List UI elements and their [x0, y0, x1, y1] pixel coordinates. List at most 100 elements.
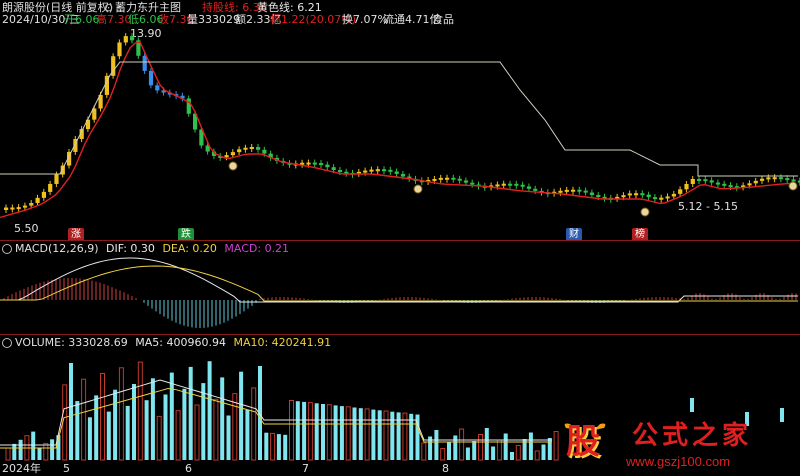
volume-bar [169, 372, 174, 460]
candle-body [652, 197, 658, 200]
volume-bar [270, 432, 276, 461]
volume-bar [478, 434, 483, 461]
volume-bar [447, 442, 451, 460]
candle-body [634, 193, 639, 196]
volume-bar [118, 367, 124, 461]
candle-body [48, 183, 53, 192]
candle-body [382, 169, 387, 172]
volume-bar [194, 404, 200, 461]
candle-body [148, 70, 154, 86]
site-watermark: 股 公式之家 www.gszj100.com [560, 420, 790, 472]
candle-body [243, 147, 248, 150]
volume-bar [553, 431, 559, 461]
candle-body [256, 147, 261, 150]
candle-body [659, 197, 664, 200]
candle-body [237, 149, 242, 153]
watermark-url: www.gszj100.com [626, 454, 731, 469]
volume-bar [213, 398, 219, 461]
volume-bar [276, 434, 281, 460]
coin-marker-icon [788, 181, 798, 191]
volume-bar [31, 431, 36, 460]
volume-ma10-line [0, 388, 552, 449]
volume-bar [541, 444, 546, 460]
coin-marker-icon [228, 161, 238, 171]
volume-bar [534, 450, 540, 461]
volume-bar [496, 439, 502, 461]
volume-bar [144, 400, 149, 460]
candle-body [457, 178, 462, 181]
candle-body [16, 207, 21, 210]
volume-bar [289, 400, 294, 461]
candle-body [249, 147, 254, 150]
candle-body [451, 177, 456, 180]
volume-bar [326, 404, 332, 461]
volume-bar [18, 439, 23, 460]
volume-bar [302, 401, 307, 460]
volume-bar [69, 363, 73, 460]
volume-bar [113, 389, 118, 460]
candle-body [577, 189, 582, 192]
candle-body [369, 169, 374, 172]
volume-bar [264, 432, 269, 460]
candle-body [432, 178, 437, 181]
candle-body [621, 195, 626, 198]
volume-bar [94, 395, 99, 460]
kline-chart-canvas[interactable] [0, 0, 800, 476]
candle-body [508, 183, 513, 186]
candle-body [22, 205, 28, 208]
volume-bar [345, 406, 351, 461]
candle-body [224, 155, 229, 158]
candle-body [564, 189, 569, 192]
volume-bar [547, 438, 552, 460]
candle-body [155, 85, 160, 91]
volume-bar [81, 378, 87, 461]
candle-body [445, 177, 450, 180]
candle-body [54, 174, 59, 184]
volume-bar [220, 377, 225, 460]
candle-body [596, 195, 601, 198]
volume-bar [106, 411, 111, 460]
candle-body [526, 186, 532, 189]
candle-body [123, 36, 128, 43]
candle-body [319, 163, 324, 166]
candle-body [130, 36, 135, 41]
candle-body [728, 185, 733, 188]
volume-bar [333, 405, 338, 460]
candle-body [312, 162, 317, 165]
candle-body [262, 149, 267, 154]
candle-body [41, 191, 46, 198]
volume-bar [43, 442, 49, 461]
volume-bar [472, 441, 477, 460]
volume-bar [251, 387, 257, 461]
candle-body [753, 180, 758, 184]
candle-body [60, 165, 65, 175]
volume-bar [125, 405, 130, 460]
candle-body [29, 203, 34, 206]
candle-body [388, 169, 393, 172]
volume-bar [528, 432, 533, 460]
candle-body [394, 171, 399, 174]
volume-bar [5, 447, 11, 461]
volume-bar [100, 373, 105, 461]
volume-bar [182, 388, 187, 460]
candle-body [665, 196, 670, 199]
volume-bar [453, 435, 458, 460]
moving-average-red-line [0, 41, 796, 219]
volume-bar [12, 443, 17, 460]
volume-bar [150, 378, 155, 460]
candle-body [514, 183, 519, 186]
candle-body [10, 207, 15, 210]
volume-bar [390, 411, 395, 460]
volume-bar [690, 398, 694, 412]
volume-bar [484, 428, 489, 460]
volume-bar [62, 384, 68, 461]
candle-body [671, 193, 676, 197]
volume-bar [283, 434, 288, 460]
watermark-logo-icon: 股 [560, 420, 610, 468]
volume-bar [37, 447, 42, 460]
candle-body [4, 207, 9, 210]
volume-bar [371, 409, 376, 460]
candle-body [35, 197, 40, 204]
volume-bar [87, 417, 92, 460]
candle-body [142, 55, 147, 71]
